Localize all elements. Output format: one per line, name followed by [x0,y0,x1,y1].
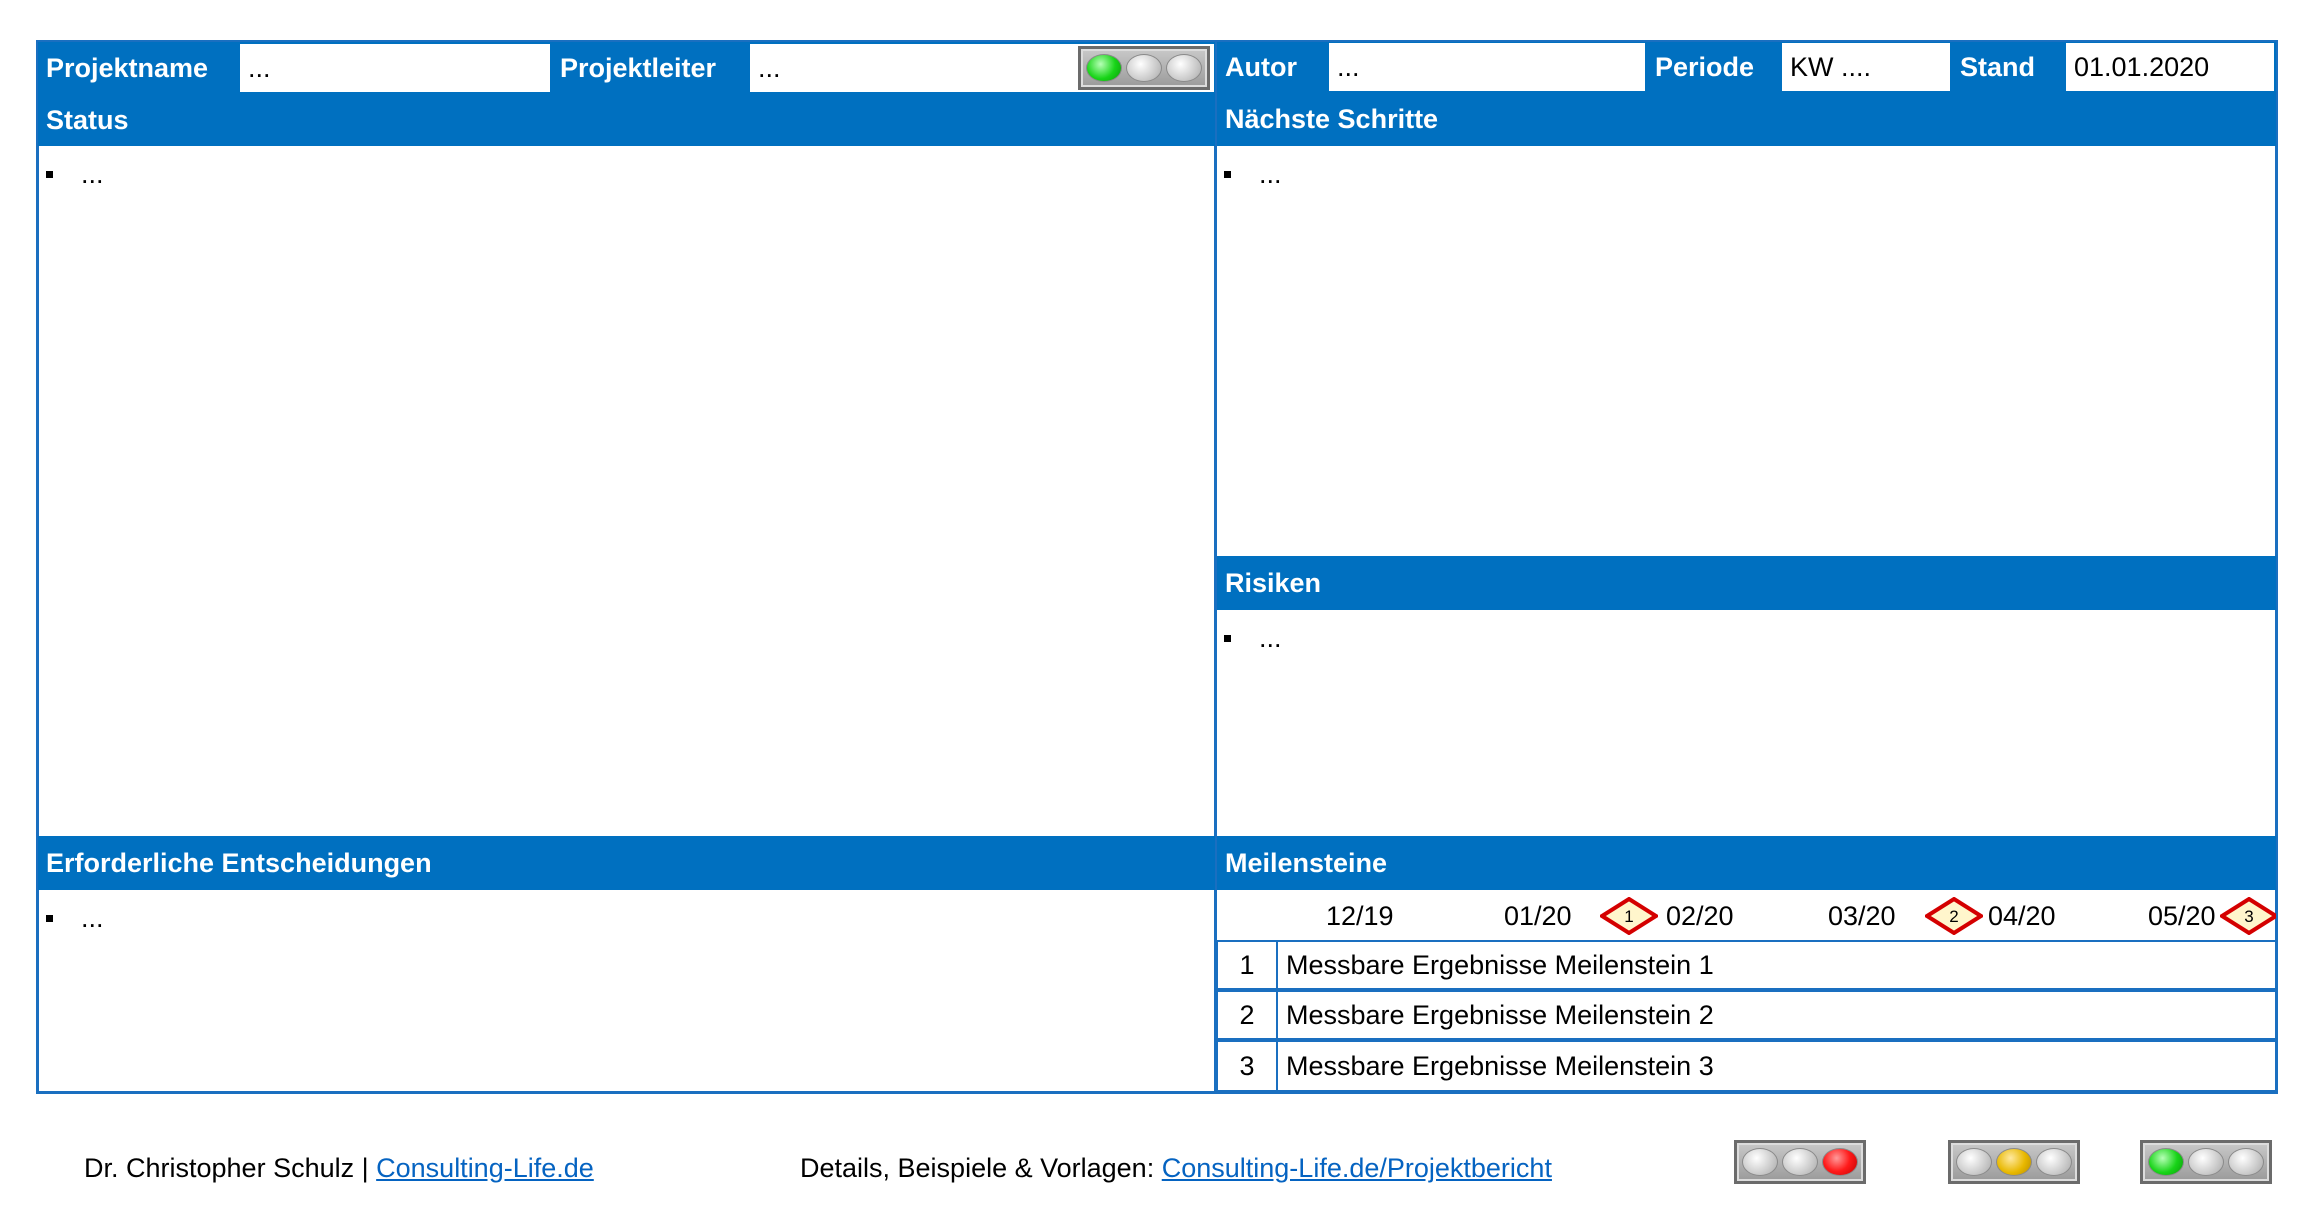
risiken-bullet-text: ... [1259,622,1282,653]
timeline-month: 02/20 [1666,900,1734,931]
milestone-row[interactable]: 2 Messbare Ergebnisse Meilenstein 2 [1216,990,2277,1040]
risiken-title: Risiken [1217,556,2276,610]
lamp-off-icon [2188,1148,2224,1176]
lamp-green-icon [2148,1148,2184,1176]
footer-author-text: Dr. Christopher Schulz | [84,1152,369,1183]
timeline-month: 03/20 [1828,900,1896,931]
naechste-schritte-title: Nächste Schritte [1217,92,2276,146]
entscheidungen-bullet-text: ... [81,902,104,933]
status-bullet[interactable]: ... [46,156,104,192]
timeline-month: 01/20 [1504,900,1572,931]
legend-light-yellow [1948,1140,2080,1184]
milestone-marker-label: 1 [1624,907,1633,926]
risiken-bullet[interactable]: ... [1224,620,1282,656]
projektname-field[interactable]: ... [240,44,550,92]
timeline-month: 12/19 [1326,900,1394,931]
lamp-off-icon [1166,54,1202,82]
footer-details-text: Details, Beispiele & Vorlagen: [800,1152,1155,1183]
diamond-icon: 3 [2220,897,2276,935]
milestone-row[interactable]: 1 Messbare Ergebnisse Meilenstein 1 [1216,940,2277,990]
bullet-icon [1224,634,1231,642]
naechste-schritte-bullet-text: ... [1259,158,1282,189]
bullet-icon [1224,170,1231,178]
milestone-marker-1[interactable]: 1 [1598,896,1660,936]
lamp-green-icon [1086,54,1122,82]
lamp-off-icon [1782,1148,1818,1176]
lamp-off-icon [1956,1148,1992,1176]
periode-label: Periode [1655,51,1755,82]
footer-details-link[interactable]: Consulting-Life.de/Projektbericht [1162,1153,1552,1184]
lamp-off-icon [2036,1148,2072,1176]
projektname-label: Projektname [46,52,209,83]
status-bullet-text: ... [81,158,104,189]
naechste-schritte-bullet[interactable]: ... [1224,156,1282,192]
project-traffic-light[interactable] [1078,46,1210,90]
lamp-off-icon [1742,1148,1778,1176]
milestone-row[interactable]: 3 Messbare Ergebnisse Meilenstein 3 [1216,1040,2277,1092]
entscheidungen-bullet[interactable]: ... [46,900,104,936]
milestone-number: 1 [1218,942,1278,988]
status-title: Status [38,94,1215,146]
timeline-month: 05/20 [2148,900,2216,931]
projektleiter-label: Projektleiter [560,52,717,83]
milestone-marker-2[interactable]: 2 [1923,896,1985,936]
lamp-off-icon [1126,54,1162,82]
bullet-icon [46,170,53,178]
entscheidungen-title: Erforderliche Entscheidungen [38,836,1215,890]
footer-details: Details, Beispiele & Vorlagen: Consultin… [800,1150,1552,1186]
milestone-marker-label: 2 [1949,907,1958,926]
autor-field[interactable]: ... [1329,43,1645,91]
milestone-marker-label: 3 [2244,907,2253,926]
meilensteine-title: Meilensteine [1217,836,2276,890]
milestone-number: 3 [1218,1042,1278,1090]
lamp-off-icon [2228,1148,2264,1176]
milestone-text: Messbare Ergebnisse Meilenstein 3 [1286,1050,1714,1081]
lamp-red-icon [1822,1148,1858,1176]
stand-label: Stand [1960,51,2036,82]
periode-field[interactable]: KW .... [1782,43,1950,91]
autor-label: Autor [1225,51,1297,82]
milestone-marker-3[interactable]: 3 [2220,897,2276,935]
milestone-text: Messbare Ergebnisse Meilenstein 1 [1286,949,1714,980]
bullet-icon [46,914,53,922]
diamond-icon: 2 [1923,896,1985,936]
diamond-icon: 1 [1598,896,1660,936]
lamp-yellow-icon [1996,1148,2032,1176]
stand-field[interactable]: 01.01.2020 [2066,43,2274,91]
legend-light-red [1734,1140,1866,1184]
footer-author: Dr. Christopher Schulz | Consulting-Life… [84,1150,594,1186]
legend-light-green [2140,1140,2272,1184]
timeline-month: 04/20 [1988,900,2056,931]
milestone-text: Messbare Ergebnisse Meilenstein 2 [1286,999,1714,1030]
footer-author-link[interactable]: Consulting-Life.de [376,1153,594,1184]
milestone-number: 2 [1218,992,1278,1038]
